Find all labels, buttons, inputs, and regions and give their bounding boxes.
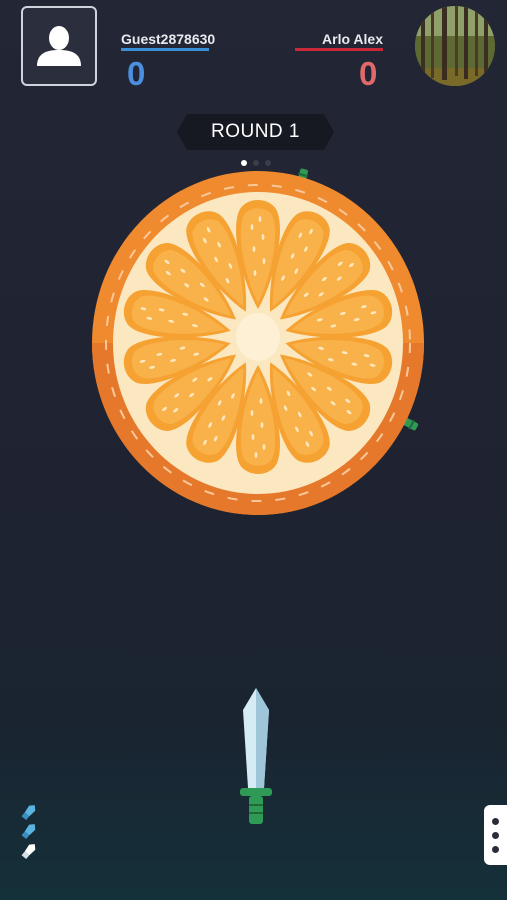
user-silhouette-icon [37, 26, 81, 66]
menu-button[interactable] [484, 805, 507, 865]
player-score: 0 [127, 55, 146, 92]
player-avatar[interactable] [21, 6, 97, 86]
player-color-bar [121, 48, 209, 51]
stage-dot [253, 160, 259, 166]
player-name: Guest2878630 [121, 31, 216, 47]
opponent-color-bar [295, 48, 383, 51]
remaining-knife-icon [21, 805, 36, 821]
remaining-knife-icon [21, 824, 36, 840]
stage-dot [265, 160, 271, 166]
opponent-score: 0 [359, 55, 378, 92]
player-knife[interactable] [236, 688, 276, 828]
opponent-avatar[interactable] [415, 6, 495, 86]
orange-slice [92, 171, 424, 515]
opponent-name: Arlo Alex [322, 31, 383, 47]
round-banner: ROUND 1 [177, 114, 334, 150]
round-label: ROUND 1 [210, 121, 300, 142]
forest-photo-avatar [415, 6, 495, 86]
orange-target[interactable] [90, 168, 426, 518]
remaining-knife-icon [21, 844, 36, 860]
stage-dot-current [241, 160, 247, 166]
